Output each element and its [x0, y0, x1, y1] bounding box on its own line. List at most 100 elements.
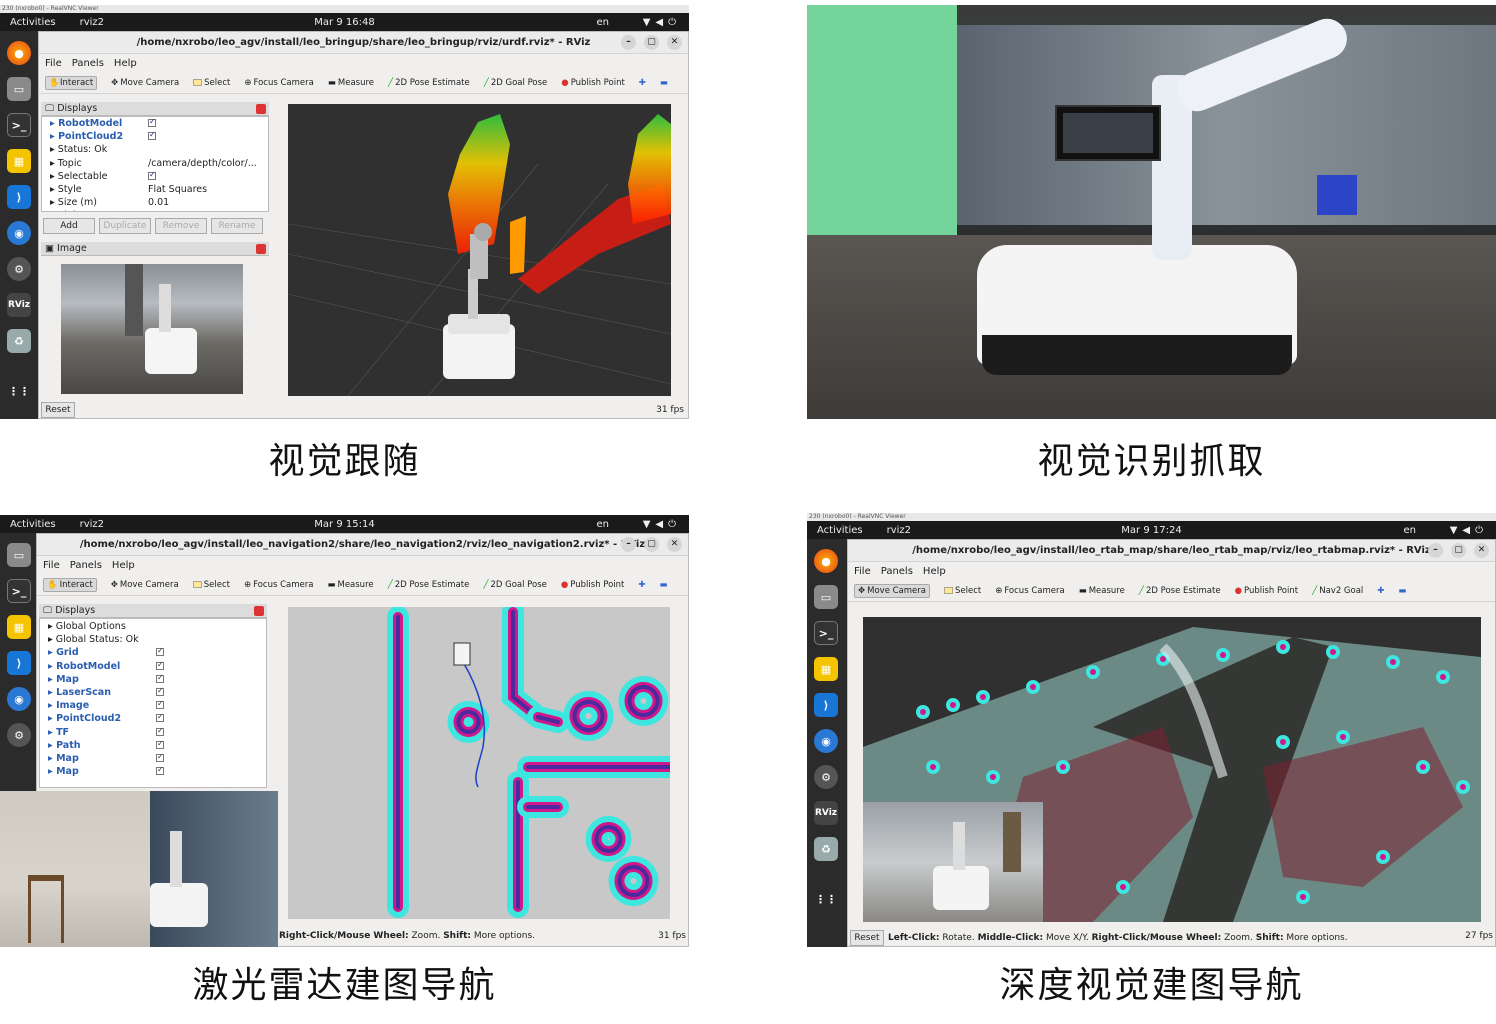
tree-row[interactable]: ▸ Path ✓ — [40, 739, 266, 752]
tree-row[interactable]: ▸ Map ✓ — [40, 673, 266, 686]
chrome-icon[interactable]: ◉ — [814, 729, 838, 753]
clock[interactable]: Mar 9 15:14 — [314, 519, 374, 530]
settings-icon[interactable]: ⚙ — [7, 723, 31, 747]
show-apps-icon[interactable]: ⋮⋮ — [814, 887, 838, 911]
tree-row[interactable]: ▸ Status: Ok — [42, 143, 268, 156]
tool-move-camera[interactable]: ✥ Move Camera — [111, 580, 179, 590]
enabled-checkbox[interactable]: ✓ — [156, 726, 164, 736]
tool-publish-point[interactable]: ● Publish Point — [561, 580, 625, 590]
language-indicator[interactable]: en — [597, 17, 610, 28]
vscode-icon[interactable]: ⟩ — [7, 651, 31, 675]
enabled-checkbox[interactable]: ✓ — [148, 117, 156, 127]
trash-icon[interactable]: ♻ — [814, 837, 838, 861]
tool-interact[interactable]: ✋ Interact — [43, 577, 97, 592]
rviz-icon[interactable]: RViz — [7, 293, 31, 317]
tree-row[interactable]: ▸ Selectable ✓ — [42, 170, 268, 183]
firefox-icon[interactable]: ● — [814, 549, 838, 573]
tool-move-camera[interactable]: ✥ Move Camera — [854, 583, 930, 598]
add-tool-icon[interactable]: ✚ — [638, 580, 645, 590]
menu-panels[interactable]: Panels — [72, 58, 104, 69]
tool-2d-pose-estimate[interactable]: ╱ 2D Pose Estimate — [388, 580, 470, 590]
tool-move-camera[interactable]: ✥ Move Camera — [111, 78, 179, 88]
activities-button[interactable]: Activities — [10, 17, 56, 28]
firefox-icon[interactable]: ● — [7, 41, 31, 65]
tree-row[interactable]: ▸ Topic/camera/depth/color/... — [42, 157, 268, 170]
tool-measure[interactable]: ▬ Measure — [327, 580, 373, 590]
tool-select[interactable]: Select — [193, 78, 230, 88]
tree-row[interactable]: ▸ Size (m) 0.01 — [42, 196, 268, 209]
apps-store-icon[interactable]: ▦ — [814, 657, 838, 681]
close-panel-icon[interactable] — [256, 244, 266, 254]
enabled-checkbox[interactable]: ✓ — [156, 765, 164, 776]
menu-help[interactable]: Help — [112, 560, 135, 571]
language-indicator[interactable]: en — [1404, 525, 1417, 536]
2d-map-viewport[interactable] — [288, 601, 681, 919]
tree-row[interactable]: ▸ PointCloud2 ✓ — [42, 130, 268, 143]
enabled-checkbox[interactable]: ✓ — [156, 673, 164, 683]
menu-panels[interactable]: Panels — [881, 566, 913, 577]
minimize-icon[interactable]: – — [621, 537, 636, 552]
tree-row[interactable]: ▸ PointCloud2 ✓ — [40, 712, 266, 725]
tool-select[interactable]: Select — [943, 586, 981, 596]
tree-row[interactable]: ▸ RobotModel ✓ — [40, 660, 266, 673]
add-tool-icon[interactable]: ✚ — [1377, 586, 1384, 596]
tree-row-value[interactable]: /camera/depth/color/... — [148, 158, 257, 169]
files-icon[interactable]: ▭ — [7, 543, 31, 567]
settings-icon[interactable]: ⚙ — [7, 257, 31, 281]
tree-row-value[interactable]: Flat Squares — [148, 184, 207, 195]
tree-row-value[interactable]: 1 — [148, 210, 154, 211]
tool-publish-point[interactable]: ● Publish Point — [561, 78, 625, 88]
duplicate-button[interactable]: Duplicate — [99, 218, 151, 234]
chrome-icon[interactable]: ◉ — [7, 221, 31, 245]
language-indicator[interactable]: en — [597, 519, 610, 530]
vscode-icon[interactable]: ⟩ — [7, 185, 31, 209]
maximize-icon[interactable]: ▢ — [1451, 543, 1466, 558]
close-icon[interactable]: ✕ — [667, 537, 682, 552]
add-button[interactable]: Add — [43, 218, 95, 234]
3d-viewport[interactable] — [287, 104, 672, 397]
apps-store-icon[interactable]: ▦ — [7, 615, 31, 639]
tree-row[interactable]: ▸ Map ✓ — [40, 765, 266, 778]
enabled-checkbox[interactable]: ✓ — [156, 712, 164, 723]
tool-interact[interactable]: ✋ Interact — [45, 75, 98, 90]
enabled-checkbox[interactable]: ✓ — [156, 646, 164, 657]
terminal-icon[interactable]: >_ — [814, 621, 838, 645]
close-panel-icon[interactable] — [256, 104, 266, 114]
enabled-checkbox[interactable]: ✓ — [156, 660, 164, 670]
reset-button[interactable]: Reset — [850, 930, 884, 946]
settings-icon[interactable]: ⚙ — [814, 765, 838, 789]
apps-store-icon[interactable]: ▦ — [7, 149, 31, 173]
menu-file[interactable]: File — [45, 58, 62, 69]
trash-icon[interactable]: ♻ — [7, 329, 31, 353]
remove-tool-icon[interactable]: ▬ — [1398, 586, 1406, 596]
enabled-checkbox[interactable]: ✓ — [148, 130, 156, 141]
terminal-icon[interactable]: >_ — [7, 113, 31, 137]
enabled-checkbox[interactable]: ✓ — [156, 699, 164, 710]
tool-2d-goal-pose[interactable]: ╱ 2D Goal Pose — [484, 78, 548, 88]
activities-button[interactable]: Activities — [10, 519, 56, 530]
tool-select[interactable]: Select — [192, 580, 230, 590]
remove-tool-icon[interactable]: ▬ — [660, 78, 668, 88]
tree-row[interactable]: ▸ RobotModel ✓ — [42, 117, 268, 130]
enabled-checkbox[interactable]: ✓ — [156, 752, 164, 762]
menu-file[interactable]: File — [854, 566, 871, 577]
clock[interactable]: Mar 9 17:24 — [1121, 525, 1181, 536]
show-apps-icon[interactable]: ⋮⋮ — [7, 379, 31, 403]
enabled-checkbox[interactable]: ✓ — [156, 739, 164, 749]
rename-button[interactable]: Rename — [211, 218, 263, 234]
tool-focus-camera[interactable]: ⊕ Focus Camera — [244, 580, 313, 590]
minimize-icon[interactable]: – — [1428, 543, 1443, 558]
menu-help[interactable]: Help — [114, 58, 137, 69]
app-menu[interactable]: rviz2 — [80, 17, 104, 28]
system-tray-icon[interactable]: ▼◀⏻ — [643, 519, 681, 530]
tool-focus-camera[interactable]: ⊕ Focus Camera — [244, 78, 313, 88]
tool-2d-goal-pose[interactable]: ╱ 2D Goal Pose — [483, 580, 547, 590]
activities-button[interactable]: Activities — [817, 525, 863, 536]
reset-button[interactable]: Reset — [41, 402, 75, 418]
tree-row[interactable]: ▸ TF ✓ — [40, 726, 266, 739]
enabled-checkbox[interactable]: ✓ — [148, 170, 156, 180]
tree-row[interactable]: ▸ Map ✓ — [40, 752, 266, 765]
maximize-icon[interactable]: ▢ — [644, 35, 659, 50]
vscode-icon[interactable]: ⟩ — [814, 693, 838, 717]
tree-row[interactable]: ▸ Image ✓ — [40, 699, 266, 712]
